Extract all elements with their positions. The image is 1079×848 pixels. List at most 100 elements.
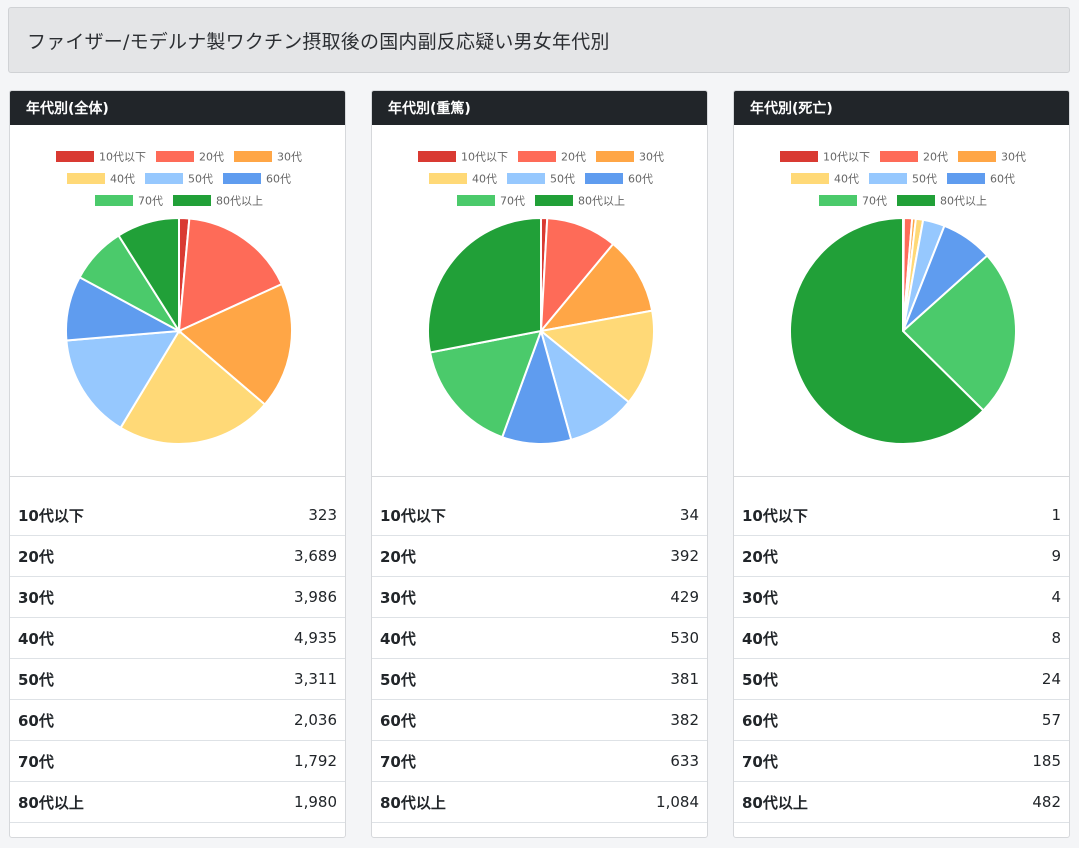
table-row: 10代以下 1: [734, 495, 1069, 536]
page-header: ファイザー/モデルナ製ワクチン摂取後の国内副反応疑い男女年代別: [8, 7, 1070, 73]
legend-swatch: [880, 151, 918, 162]
row-label: 80代以上: [380, 793, 446, 812]
table-row: 50代 381: [372, 659, 707, 700]
legend-item[interactable]: 20代: [880, 151, 948, 164]
pie-slice[interactable]: [427, 216, 542, 354]
legend-swatch: [145, 173, 183, 184]
legend-item[interactable]: 80代以上: [897, 195, 987, 208]
legend-item[interactable]: 30代: [596, 151, 664, 164]
legend-label: 50代: [188, 173, 213, 186]
legend-label: 40代: [472, 173, 497, 186]
legend-label: 60代: [628, 173, 653, 186]
row-value: 4,935: [294, 629, 337, 647]
row-label: 40代: [18, 629, 54, 648]
table-row: 70代 1,792: [10, 741, 345, 782]
legend-item[interactable]: 40代: [67, 173, 135, 186]
row-value: 482: [1032, 793, 1061, 811]
row-label: 40代: [380, 629, 416, 648]
legend-label: 20代: [561, 151, 586, 164]
table-row: 80代以上 1,084: [372, 782, 707, 823]
pie-chart: 10代以下 20代 30代 40代 50代 60代 70代 80代以上: [418, 151, 664, 445]
table-row: 10代以下 323: [10, 495, 345, 536]
row-value: 1,084: [656, 793, 699, 811]
legend-swatch: [156, 151, 194, 162]
table-row: 20代 392: [372, 536, 707, 577]
table-row: 30代 4: [734, 577, 1069, 618]
row-value: 3,311: [294, 670, 337, 688]
legend-item[interactable]: 30代: [958, 151, 1026, 164]
legend-swatch: [958, 151, 996, 162]
legend-item[interactable]: 80代以上: [173, 195, 263, 208]
legend-item[interactable]: 50代: [507, 173, 575, 186]
row-label: 30代: [380, 588, 416, 607]
legend-label: 30代: [1001, 151, 1026, 164]
legend-label: 50代: [550, 173, 575, 186]
legend-swatch: [791, 173, 829, 184]
page-title: ファイザー/モデルナ製ワクチン摂取後の国内副反応疑い男女年代別: [27, 30, 610, 53]
table-row: 70代 633: [372, 741, 707, 782]
legend-label: 70代: [138, 195, 163, 208]
legend-item[interactable]: 70代: [95, 195, 163, 208]
pie-chart: 10代以下 20代 30代 40代 50代 60代 70代 80代以上: [56, 151, 302, 446]
table-row: 40代 8: [734, 618, 1069, 659]
legend-item[interactable]: 10代以下: [780, 151, 870, 164]
row-value: 185: [1032, 752, 1061, 770]
table-row: 70代 185: [734, 741, 1069, 782]
table-row: 30代 3,986: [10, 577, 345, 618]
legend-item[interactable]: 60代: [585, 173, 653, 186]
row-label: 80代以上: [18, 793, 84, 812]
row-value: 24: [1041, 670, 1061, 688]
row-label: 60代: [742, 711, 778, 730]
row-label: 10代以下: [380, 506, 446, 525]
row-label: 30代: [18, 588, 54, 607]
legend-item[interactable]: 40代: [791, 173, 859, 186]
row-label: 50代: [380, 670, 416, 689]
row-value: 3,689: [294, 547, 337, 565]
legend-swatch: [95, 195, 133, 206]
row-label: 40代: [742, 629, 778, 648]
legend-label: 30代: [639, 151, 664, 164]
legend-swatch: [897, 195, 935, 206]
legend-item[interactable]: 30代: [234, 151, 302, 164]
row-value: 34: [679, 506, 699, 524]
legend-label: 10代以下: [99, 151, 146, 164]
row-label: 70代: [380, 752, 416, 771]
row-value: 633: [670, 752, 699, 770]
legend-item[interactable]: 80代以上: [535, 195, 625, 208]
chart-card-death: 年代別(死亡) 10代以下 20代 30代 40代 50代 60代 70代 80代以上 10代以下…: [733, 90, 1070, 838]
table-row: 20代 3,689: [10, 536, 345, 577]
row-label: 20代: [380, 547, 416, 566]
card-title: 年代別(重篤): [372, 91, 707, 125]
row-label: 60代: [380, 711, 416, 730]
row-value: 382: [670, 711, 699, 729]
table-row: 60代 2,036: [10, 700, 345, 741]
legend-item[interactable]: 70代: [457, 195, 525, 208]
row-value: 57: [1041, 711, 1061, 729]
legend-item[interactable]: 20代: [518, 151, 586, 164]
legend-label: 10代以下: [461, 151, 508, 164]
legend-item[interactable]: 10代以下: [56, 151, 146, 164]
legend-label: 40代: [834, 173, 859, 186]
row-label: 70代: [18, 752, 54, 771]
legend-item[interactable]: 20代: [156, 151, 224, 164]
legend: 10代以下 20代 30代 40代 50代 60代 70代 80代以上: [56, 151, 302, 208]
legend-item[interactable]: 50代: [869, 173, 937, 186]
legend-item[interactable]: 70代: [819, 195, 887, 208]
table-row: 80代以上 1,980: [10, 782, 345, 823]
legend-swatch: [67, 173, 105, 184]
legend-item[interactable]: 50代: [145, 173, 213, 186]
pie: [65, 216, 293, 446]
row-label: 70代: [742, 752, 778, 771]
legend-swatch: [457, 195, 495, 206]
legend-swatch: [780, 151, 818, 162]
table-row: 60代 57: [734, 700, 1069, 741]
table-row: 80代以上 482: [734, 782, 1069, 823]
data-table: 10代以下 1 20代 9 30代 4 40代 8 50代 24 60代 57 70代 185 80代以上 4…: [734, 477, 1069, 823]
legend-swatch: [223, 173, 261, 184]
legend-item[interactable]: 10代以下: [418, 151, 508, 164]
legend-item[interactable]: 60代: [223, 173, 291, 186]
legend-item[interactable]: 40代: [429, 173, 497, 186]
data-table: 10代以下 34 20代 392 30代 429 40代 530 50代 381 60代 382 70代…: [372, 477, 707, 823]
legend-swatch: [869, 173, 907, 184]
legend-item[interactable]: 60代: [947, 173, 1015, 186]
